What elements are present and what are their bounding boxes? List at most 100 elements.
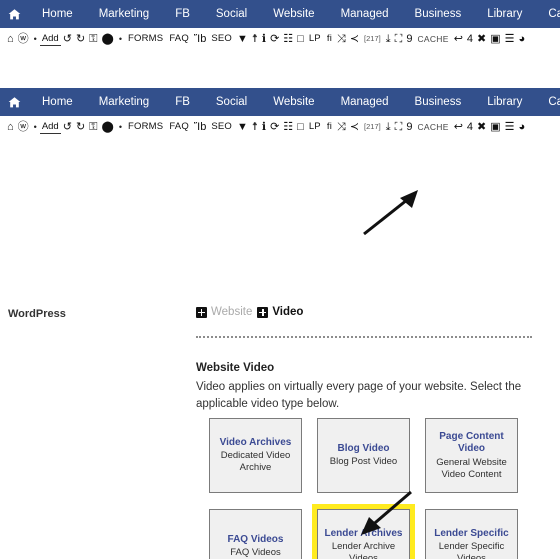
fi-link[interactable]: fi <box>324 28 335 50</box>
globe-icon[interactable]: ⬤ <box>100 116 116 138</box>
breadcrumb-item-website[interactable]: Website <box>196 306 252 318</box>
video-type-card-video-archives[interactable]: Video Archives Dedicated Video Archive <box>209 418 302 493</box>
nav-item-marketing[interactable]: Marketing <box>86 0 163 28</box>
nav-item-social[interactable]: Social <box>203 0 260 28</box>
fi-link[interactable]: fi <box>324 116 335 138</box>
tools-icon[interactable]: ✖ <box>475 28 488 50</box>
video-camera-icon[interactable]: ὏9 <box>404 116 414 138</box>
filter-icon[interactable]: ▼ <box>235 116 250 138</box>
comment-count[interactable]: [217] <box>361 28 384 50</box>
download-icon[interactable]: ⤓ <box>384 116 393 138</box>
card-slot: Lender Specific Lender Specific Videos <box>420 504 523 559</box>
add-link[interactable]: Add <box>40 121 61 134</box>
wordpress-icon[interactable]: ⓦ <box>16 116 31 138</box>
card-subtitle: Blog Post Video <box>330 456 397 468</box>
archive-icon[interactable]: ▣ <box>488 28 502 50</box>
home-icon[interactable] <box>8 96 21 109</box>
card-title: Lender Specific <box>434 528 508 541</box>
home-icon[interactable] <box>8 8 21 21</box>
list-icon[interactable]: ☰ <box>503 28 517 50</box>
globe-icon[interactable]: ⬤ <box>100 28 116 50</box>
pin-icon[interactable]: ☨ <box>250 116 260 138</box>
faq-link[interactable]: FAQ <box>166 28 192 50</box>
user-icon[interactable]: ὆4 <box>465 116 475 138</box>
nav-item-campaigns-2[interactable]: Campaigns <box>535 88 560 116</box>
bank-icon[interactable]: Ἵb <box>192 116 208 138</box>
video-type-card-lender-archives[interactable]: Lender Archives Lender Archive Videos <box>317 509 410 559</box>
lock-icon[interactable]: ⚿ <box>87 116 99 138</box>
home-icon[interactable]: ⌂ <box>5 116 16 138</box>
comment-count[interactable]: [217] <box>361 116 384 138</box>
section-title: Website Video <box>196 362 532 374</box>
shuffle-icon[interactable]: ⤨ <box>335 116 348 138</box>
video-type-card-lender-specific[interactable]: Lender Specific Lender Specific Videos <box>425 509 518 559</box>
grid-icon[interactable]: ☷ <box>281 116 295 138</box>
nav-item-managed-2[interactable]: Managed <box>328 88 402 116</box>
logout-icon[interactable]: ↩ <box>452 116 465 138</box>
nav-item-website-2[interactable]: Website <box>260 88 327 116</box>
nav-item-managed[interactable]: Managed <box>328 0 402 28</box>
refresh-box-icon[interactable]: ⟳ <box>268 116 281 138</box>
admin-nav-bar-secondary: Home Marketing FB Social Website Managed… <box>0 88 560 116</box>
nav-item-library[interactable]: Library <box>474 0 535 28</box>
nav-item-campaigns[interactable]: Campaigns <box>535 0 560 28</box>
admin-nav-bar-primary: Home Marketing FB Social Website Managed… <box>0 0 560 28</box>
seo-link[interactable]: SEO <box>208 28 235 50</box>
updates-icon[interactable]: ↺ <box>61 28 74 50</box>
shuffle-icon[interactable]: ⤨ <box>335 28 348 50</box>
filter-icon[interactable]: ▼ <box>235 28 250 50</box>
info-icon[interactable]: ℹ <box>260 116 268 138</box>
revisions-icon[interactable]: ↻ <box>74 116 87 138</box>
nav-item-home[interactable]: Home <box>29 0 86 28</box>
nav-item-library-2[interactable]: Library <box>474 88 535 116</box>
list-icon[interactable]: ☰ <box>503 116 517 138</box>
share-icon[interactable]: ≺ <box>348 28 361 50</box>
breadcrumb-item-video[interactable]: Video <box>257 306 303 318</box>
square-icon[interactable]: □ <box>295 28 306 50</box>
video-type-card-faq-videos[interactable]: FAQ Videos FAQ Videos <box>209 509 302 559</box>
nav-item-fb[interactable]: FB <box>162 0 203 28</box>
user-icon[interactable]: ὆4 <box>465 28 475 50</box>
share-icon[interactable]: ≺ <box>348 116 361 138</box>
cache-link[interactable]: CACHE <box>414 116 451 138</box>
nav-item-home-2[interactable]: Home <box>29 88 86 116</box>
pin-icon[interactable]: ☨ <box>250 28 260 50</box>
wordpress-icon[interactable]: ⓦ <box>16 28 31 50</box>
section-divider <box>196 336 532 338</box>
chart-pie-icon[interactable]: ◕ <box>517 116 528 138</box>
tools-icon[interactable]: ✖ <box>475 116 488 138</box>
video-type-card-blog-video[interactable]: Blog Video Blog Post Video <box>317 418 410 493</box>
cache-link[interactable]: CACHE <box>414 28 451 50</box>
home-icon[interactable]: ⌂ <box>5 28 16 50</box>
video-camera-icon[interactable]: ὏9 <box>404 28 414 50</box>
logout-icon[interactable]: ↩ <box>452 28 465 50</box>
nav-item-website[interactable]: Website <box>260 0 327 28</box>
expand-icon[interactable]: ⛶ <box>393 28 405 50</box>
refresh-box-icon[interactable]: ⟳ <box>268 28 281 50</box>
revisions-icon[interactable]: ↻ <box>74 28 87 50</box>
forms-link[interactable]: FORMS <box>125 116 166 138</box>
grid-icon[interactable]: ☷ <box>281 28 295 50</box>
nav-item-social-2[interactable]: Social <box>203 88 260 116</box>
card-row: FAQ Videos FAQ Videos Lender Archives Lende… <box>204 504 528 559</box>
faq-link[interactable]: FAQ <box>166 116 192 138</box>
nav-item-marketing-2[interactable]: Marketing <box>86 88 163 116</box>
nav-item-fb-2[interactable]: FB <box>162 88 203 116</box>
bank-icon[interactable]: Ἵb <box>192 28 208 50</box>
download-icon[interactable]: ⤓ <box>384 28 393 50</box>
lock-icon[interactable]: ⚿ <box>87 28 99 50</box>
info-icon[interactable]: ℹ <box>260 28 268 50</box>
updates-icon[interactable]: ↺ <box>61 116 74 138</box>
video-type-card-page-content-video[interactable]: Page Content Video General Website Video … <box>425 418 518 493</box>
lp-link[interactable]: LP <box>306 28 324 50</box>
chart-pie-icon[interactable]: ◕ <box>517 28 528 50</box>
nav-item-business[interactable]: Business <box>402 0 475 28</box>
nav-item-business-2[interactable]: Business <box>402 88 475 116</box>
forms-link[interactable]: FORMS <box>125 28 166 50</box>
square-icon[interactable]: □ <box>295 116 306 138</box>
seo-link[interactable]: SEO <box>208 116 235 138</box>
lp-link[interactable]: LP <box>306 116 324 138</box>
add-link[interactable]: Add <box>40 33 61 46</box>
expand-icon[interactable]: ⛶ <box>393 116 405 138</box>
archive-icon[interactable]: ▣ <box>488 116 502 138</box>
